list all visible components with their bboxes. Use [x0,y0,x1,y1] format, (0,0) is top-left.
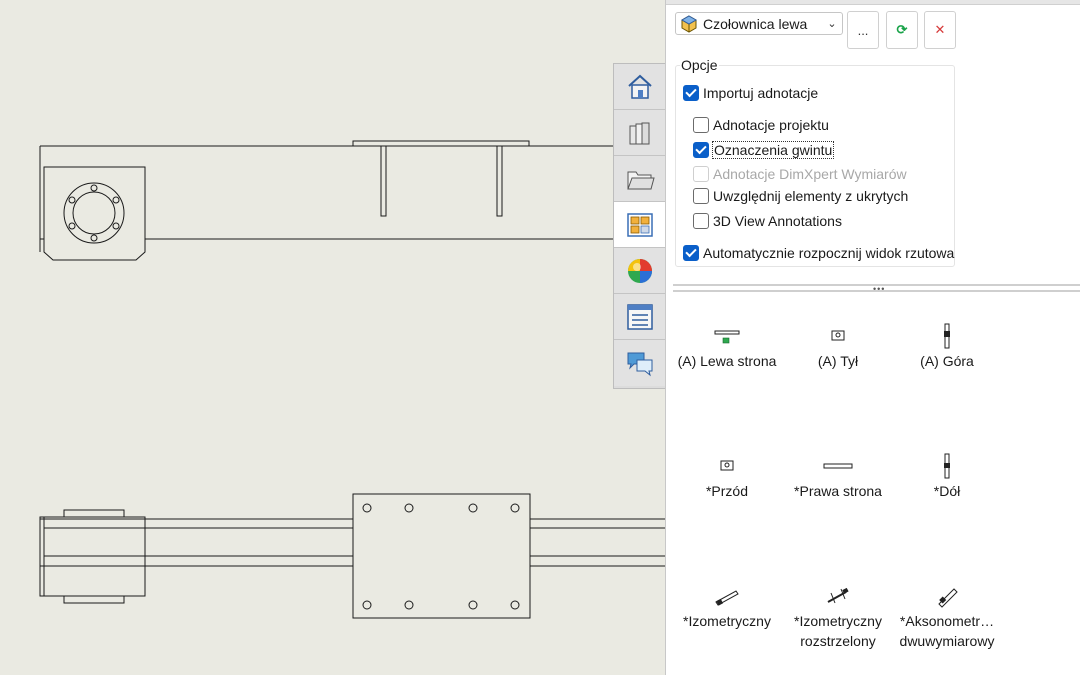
view-palette-icon [626,212,653,237]
home-icon [627,74,652,99]
checkbox-box[interactable] [683,85,699,101]
thread-marks-label: Oznaczenia gwintu [711,141,835,159]
checkbox-box[interactable] [693,117,709,133]
view-label: *Przód [705,483,749,499]
view-left-icon [714,330,740,344]
design-library-icon [629,122,649,144]
drawing-view-top [39,140,666,261]
checkbox-box[interactable] [693,213,709,229]
auto-projection-label: Automatycznie rozpocznij widok rzutowa [703,245,955,261]
view-front-icon [720,460,734,471]
panel-splitter[interactable]: ••• [673,284,1080,294]
view-item-left[interactable]: (A) Lewa strona [667,321,787,371]
panel-header-strip [666,0,1080,5]
view-dimetric-icon [938,588,958,608]
part-cube-icon [680,14,698,33]
checkbox-box [693,166,709,182]
view-label: *Prawa strona [794,483,882,499]
refresh-icon: ⟳ [896,22,908,37]
checkbox-box[interactable] [683,245,699,261]
view-label: (A) Tył [817,353,859,369]
dimxpert-checkbox: Adnotacje DimXpert Wymiarów [693,166,907,182]
folder-icon [626,171,655,189]
close-icon: ✕ [934,22,946,37]
view-item-right[interactable]: *Prawa strona [778,451,898,501]
forum-icon [627,352,652,377]
view-label: (A) Lewa strona [677,353,777,369]
view-label: *Dół [933,483,961,499]
view-palette-panel: Czołownica lewa ⌄ ... ⟳ ✕ Opcje Importuj… [665,0,1080,675]
tab-view-palette[interactable] [614,202,665,248]
view-bottom-icon [944,453,950,479]
drawing-view-bottom [39,493,666,619]
tab-forum[interactable] [614,340,665,386]
view-item-isometric[interactable]: *Izometryczny [667,581,787,631]
view-top-icon [944,323,950,349]
tab-file-explorer[interactable] [614,156,665,202]
close-button[interactable]: ✕ [924,11,956,49]
custom-properties-icon [626,303,653,330]
grip-icon: ••• [873,284,886,294]
design-annotations-checkbox[interactable]: Adnotacje projektu [693,117,829,133]
task-pane-tabs [613,63,665,389]
model-select-value: Czołownica lewa [703,15,808,32]
view-item-dimetric[interactable]: *Aksonometr… dwuwymiarowy [887,581,1007,651]
hidden-items-label: Uwzględnij elementy z ukrytych [713,188,909,204]
view-label: *Izometryczny rozstrzelony [794,613,882,649]
browse-button[interactable]: ... [847,11,879,49]
view-label: (A) Góra [920,353,974,369]
options-title: Opcje [680,57,719,73]
view3d-annotations-checkbox[interactable]: 3D View Annotations [693,213,842,229]
browse-button-label: ... [857,22,869,38]
view3d-annotations-label: 3D View Annotations [713,213,842,229]
model-select[interactable]: Czołownica lewa ⌄ [675,12,843,35]
view-item-front[interactable]: *Przód [667,451,787,501]
design-annotations-label: Adnotacje projektu [713,117,829,133]
view-item-top[interactable]: (A) Góra [887,321,1007,371]
appearance-icon [627,258,652,283]
view-isometric-exploded-icon [827,587,849,604]
tab-appearances[interactable] [614,248,665,294]
chevron-down-icon: ⌄ [827,18,837,30]
import-annotations-label: Importuj adnotacje [703,85,819,101]
dimxpert-label: Adnotacje DimXpert Wymiarów [713,166,907,182]
refresh-button[interactable]: ⟳ [886,11,918,49]
view-label: *Aksonometr… dwuwymiarowy [899,613,995,649]
drawing-views [39,140,666,619]
options-group: Opcje Importuj adnotacje Adnotacje proje… [675,57,955,267]
view-item-back[interactable]: (A) Tył [778,321,898,371]
drawing-sheet[interactable] [0,0,666,675]
checkbox-box[interactable] [693,188,709,204]
view-right-icon [823,463,853,469]
view-back-icon [831,330,845,341]
view-label: *Izometryczny [683,613,771,629]
checkbox-box[interactable] [693,142,709,158]
tab-design-library[interactable] [614,110,665,156]
view-item-isometric-exploded[interactable]: *Izometryczny rozstrzelony [778,581,898,651]
thread-marks-checkbox[interactable]: Oznaczenia gwintu [693,141,835,159]
tab-home[interactable] [614,64,665,110]
import-annotations-checkbox[interactable]: Importuj adnotacje [683,85,818,101]
view-isometric-icon [715,590,739,606]
view-item-bottom[interactable]: *Dół [887,451,1007,501]
auto-projection-checkbox[interactable]: Automatycznie rozpocznij widok rzutowa [683,245,954,261]
tab-custom-properties[interactable] [614,294,665,340]
hidden-items-checkbox[interactable]: Uwzględnij elementy z ukrytych [693,188,908,204]
